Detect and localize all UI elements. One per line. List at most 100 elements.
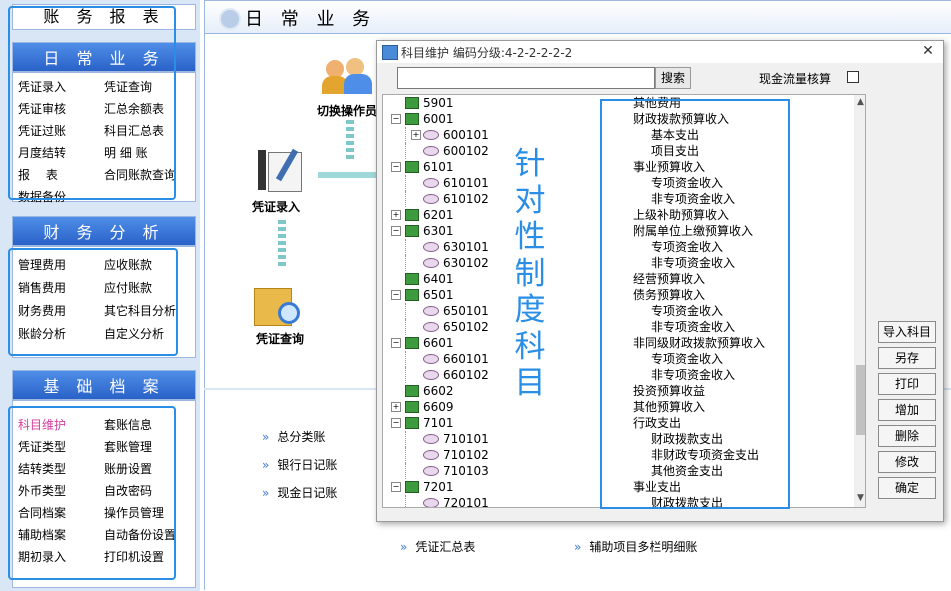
tree-line bbox=[405, 447, 406, 463]
collapse-icon[interactable]: − bbox=[391, 338, 401, 348]
account-book-icon bbox=[405, 97, 419, 109]
account-code: 600102 bbox=[443, 144, 489, 158]
account-code: 7101 bbox=[423, 416, 454, 430]
tree-line bbox=[405, 351, 406, 367]
link-auxiliary-multicolumn[interactable]: 辅助项目多栏明细账 bbox=[574, 538, 697, 555]
account-book-icon bbox=[405, 417, 419, 429]
main-header: 日 常 业 务 bbox=[204, 0, 951, 34]
account-book-icon bbox=[405, 385, 419, 397]
link-general-ledger[interactable]: 总分类账 bbox=[262, 428, 325, 445]
account-code: 630102 bbox=[443, 256, 489, 270]
arrow-right-icon bbox=[318, 172, 378, 178]
highlight-box-daily bbox=[8, 6, 176, 200]
account-code: 6609 bbox=[423, 400, 454, 414]
account-code: 7201 bbox=[423, 480, 454, 494]
switch-operator-label[interactable]: 切换操作员 bbox=[317, 102, 377, 119]
voucher-entry-icon[interactable] bbox=[254, 148, 308, 192]
collapse-icon[interactable]: − bbox=[391, 162, 401, 172]
account-code: 710101 bbox=[443, 432, 489, 446]
voucher-query-label[interactable]: 凭证查询 bbox=[256, 330, 304, 347]
dialog-button[interactable]: 修改 bbox=[878, 451, 936, 473]
dialog-button[interactable]: 另存 bbox=[878, 347, 936, 369]
account-code: 720101 bbox=[443, 496, 489, 508]
account-book-icon bbox=[405, 481, 419, 493]
collapse-icon[interactable]: − bbox=[391, 114, 401, 124]
dialog-button[interactable]: 确定 bbox=[878, 477, 936, 499]
dialog-button[interactable]: 导入科目 bbox=[878, 321, 936, 343]
switch-operator-icon[interactable] bbox=[322, 56, 374, 96]
leaf-account-icon bbox=[423, 306, 439, 316]
base-archive-title[interactable]: 基 础 档 案 bbox=[12, 370, 196, 400]
account-code: 650102 bbox=[443, 320, 489, 334]
cash-flow-checkbox[interactable] bbox=[847, 71, 859, 83]
overlay-char: 科 bbox=[514, 328, 546, 365]
tree-line bbox=[405, 431, 406, 447]
account-code: 610101 bbox=[443, 176, 489, 190]
tree-line bbox=[405, 319, 406, 335]
account-code: 6501 bbox=[423, 288, 454, 302]
expand-icon[interactable]: + bbox=[391, 402, 401, 412]
account-book-icon bbox=[405, 209, 419, 221]
dialog-titlebar[interactable]: 科目维护 编码分级:4-2-2-2-2-2 ✕ bbox=[377, 41, 943, 63]
link-cash-journal[interactable]: 现金日记账 bbox=[262, 484, 337, 501]
scroll-up-icon[interactable]: ▲ bbox=[857, 97, 864, 107]
expand-icon[interactable]: + bbox=[391, 210, 401, 220]
account-code: 660102 bbox=[443, 368, 489, 382]
page-title: 日 常 业 务 bbox=[245, 9, 377, 30]
link-bank-journal[interactable]: 银行日记账 bbox=[262, 456, 337, 473]
account-code: 6602 bbox=[423, 384, 454, 398]
expand-icon[interactable]: + bbox=[411, 130, 421, 140]
overlay-char: 对 bbox=[514, 182, 546, 219]
collapse-icon[interactable]: − bbox=[391, 418, 401, 428]
vertical-scrollbar[interactable]: ▲ ▼ bbox=[854, 95, 865, 507]
account-code: 6101 bbox=[423, 160, 454, 174]
leaf-account-icon bbox=[423, 466, 439, 476]
close-icon[interactable]: ✕ bbox=[919, 43, 937, 59]
tree-line bbox=[405, 143, 406, 159]
account-code: 650101 bbox=[443, 304, 489, 318]
dialog-button[interactable]: 删除 bbox=[878, 425, 936, 447]
leaf-account-icon bbox=[423, 450, 439, 460]
account-code: 6001 bbox=[423, 112, 454, 126]
tree-line bbox=[405, 255, 406, 271]
tree-line bbox=[405, 367, 406, 383]
link-voucher-summary[interactable]: 凭证汇总表 bbox=[400, 538, 475, 555]
account-code: 600101 bbox=[443, 128, 489, 142]
arrow-down-icon bbox=[346, 120, 354, 160]
highlight-box-names bbox=[600, 99, 790, 509]
tree-line bbox=[405, 303, 406, 319]
tree-line bbox=[405, 495, 406, 507]
account-book-icon bbox=[405, 337, 419, 349]
account-book-icon bbox=[405, 113, 419, 125]
dialog-button[interactable]: 增加 bbox=[878, 399, 936, 421]
scroll-down-icon[interactable]: ▼ bbox=[857, 493, 864, 503]
collapse-icon[interactable]: − bbox=[391, 482, 401, 492]
leaf-account-icon bbox=[423, 434, 439, 444]
finance-analysis-title[interactable]: 财 务 分 析 bbox=[12, 216, 196, 246]
leaf-account-icon bbox=[423, 178, 439, 188]
account-code: 6601 bbox=[423, 336, 454, 350]
leaf-account-icon bbox=[423, 130, 439, 140]
account-code: 710102 bbox=[443, 448, 489, 462]
gear-icon bbox=[219, 8, 241, 30]
search-button[interactable]: 搜索 bbox=[655, 67, 691, 89]
overlay-char: 性 bbox=[514, 219, 546, 255]
collapse-icon[interactable]: − bbox=[391, 290, 401, 300]
dialog-button[interactable]: 打印 bbox=[878, 373, 936, 395]
collapse-icon[interactable]: − bbox=[391, 226, 401, 236]
leaf-account-icon bbox=[423, 258, 439, 268]
highlight-box-archive bbox=[8, 406, 176, 580]
overlay-char: 针 bbox=[514, 146, 546, 182]
search-input[interactable] bbox=[397, 67, 655, 89]
leaf-account-icon bbox=[423, 370, 439, 380]
cash-flow-label: 现金流量核算 bbox=[759, 72, 832, 86]
scrollbar-thumb[interactable] bbox=[856, 365, 865, 435]
app-icon bbox=[382, 45, 398, 60]
voucher-query-icon[interactable] bbox=[254, 284, 304, 328]
dialog-title: 科目维护 编码分级:4-2-2-2-2-2 bbox=[401, 46, 573, 60]
arrow-down-icon-2 bbox=[278, 220, 286, 266]
account-code: 610102 bbox=[443, 192, 489, 206]
left-navigation: 账 务 报 表 日 常 业 务 凭证录入 凭证查询 凭证审核 汇总余额表 凭证过账 科目汇… bbox=[0, 0, 200, 591]
overlay-char: 制 bbox=[514, 255, 546, 292]
voucher-entry-label[interactable]: 凭证录入 bbox=[252, 198, 300, 215]
